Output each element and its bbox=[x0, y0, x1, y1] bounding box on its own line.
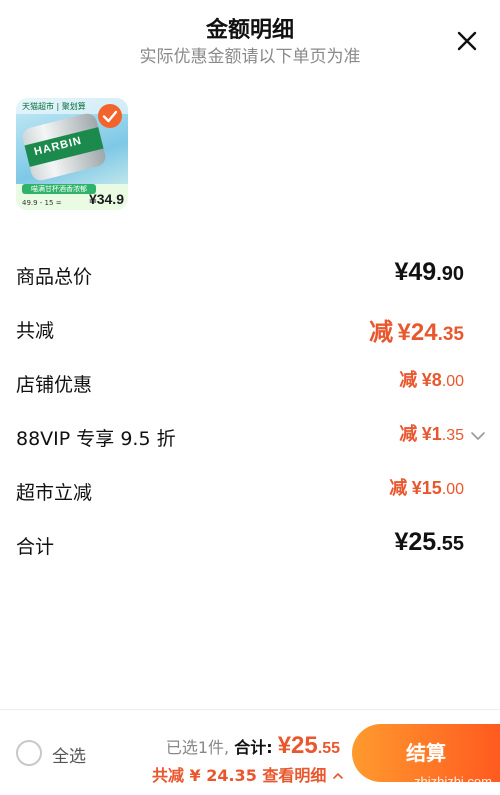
check-icon bbox=[102, 110, 118, 123]
row-value: 减 ¥24.35 bbox=[369, 319, 464, 346]
row-label: 88VIP 专享 9.5 折 bbox=[16, 428, 176, 450]
row-value: ¥25.55 bbox=[394, 528, 464, 556]
row-grand-total: 合计 ¥25.55 bbox=[16, 528, 464, 560]
close-icon bbox=[457, 31, 477, 51]
close-button[interactable] bbox=[452, 26, 482, 56]
savings-text: 共减 ¥ 24.35 bbox=[151, 766, 257, 785]
select-all-radio[interactable] bbox=[16, 740, 42, 766]
page-subtitle: 实际优惠金额请以下单页为准 bbox=[139, 47, 361, 67]
row-supermarket-discount: 超市立减 减 ¥15.00 bbox=[16, 474, 464, 506]
checkout-label: 结算 bbox=[406, 741, 446, 765]
row-subtotal: 商品总价 ¥49.90 bbox=[16, 258, 464, 290]
total-amount: ¥25.55 bbox=[277, 732, 340, 759]
row-label: 商品总价 bbox=[16, 266, 93, 288]
selected-count: 已选1件, bbox=[165, 738, 230, 757]
select-all-label[interactable]: 全选 bbox=[52, 742, 86, 767]
row-value: ¥49.90 bbox=[394, 258, 464, 286]
selection-summary: 已选1件, 合计: ¥25.55 bbox=[166, 732, 340, 760]
thumb-price: ¥34.9 bbox=[88, 191, 124, 207]
selected-badge bbox=[98, 104, 122, 128]
page-title: 金额明细 bbox=[205, 18, 294, 43]
promo-green-bar: 喵满甘杯酒香浓郁 bbox=[22, 184, 96, 194]
modal-header: 金额明细 实际优惠金额请以下单页为准 bbox=[0, 0, 500, 80]
row-label: 店铺优惠 bbox=[16, 374, 93, 396]
row-label: 共减 bbox=[16, 320, 55, 342]
checkout-bar: 全选 已选1件, 合计: ¥25.55 共减 ¥ 24.35 查看明细 结算 z… bbox=[0, 709, 500, 795]
row-total-discount: 共减 减 ¥24.35 bbox=[16, 312, 464, 346]
savings-summary[interactable]: 共减 ¥ 24.35 查看明细 bbox=[152, 762, 344, 786]
watermark-text: zhizhizhi.com bbox=[413, 774, 492, 789]
row-value: 减 ¥8.00 bbox=[399, 370, 464, 390]
product-thumbnail[interactable]: 天猫超市 | 聚划算 HARBIN 喵满甘杯酒香浓郁 49.9 - 15 = ¥… bbox=[16, 98, 128, 210]
total-label: 合计: bbox=[234, 738, 273, 757]
row-value: 减 ¥15.00 bbox=[389, 478, 464, 498]
row-88vip-discount[interactable]: 88VIP 专享 9.5 折 减 ¥1.35 bbox=[16, 420, 485, 452]
price-calculation: 49.9 - 15 = bbox=[22, 199, 62, 207]
row-store-discount: 店铺优惠 减 ¥8.00 bbox=[16, 366, 464, 398]
chevron-down-icon[interactable] bbox=[470, 430, 486, 442]
beer-can-image: HARBIN bbox=[20, 111, 108, 183]
row-value: 减 ¥1.35 bbox=[399, 420, 486, 446]
chevron-up-icon[interactable] bbox=[332, 771, 344, 781]
row-label: 超市立减 bbox=[16, 482, 93, 504]
view-detail-link[interactable]: 查看明细 bbox=[262, 766, 326, 785]
row-label: 合计 bbox=[16, 536, 55, 558]
